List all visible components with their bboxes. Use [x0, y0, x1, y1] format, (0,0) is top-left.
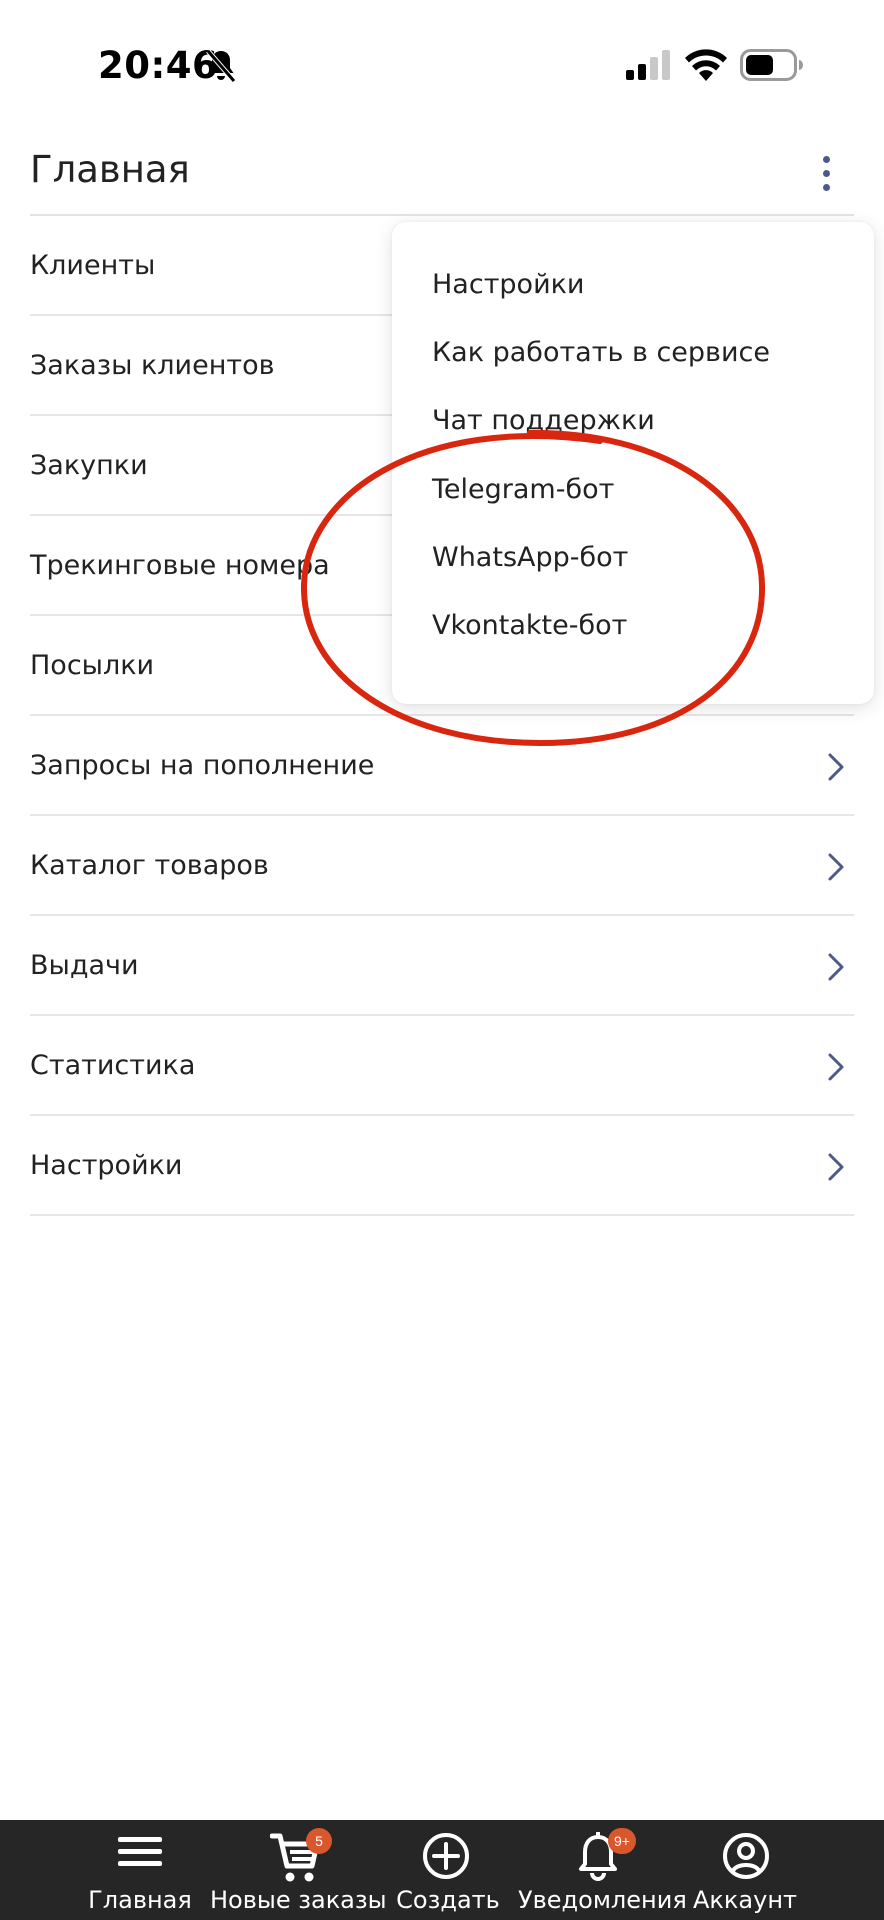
- menu-item-label: Клиенты: [30, 250, 156, 281]
- nav-label: Главная: [88, 1886, 192, 1914]
- chevron-right-icon: [828, 753, 844, 781]
- nav-label: Создать: [396, 1886, 500, 1914]
- chevron-right-icon: [828, 953, 844, 981]
- bell-slash-icon: [206, 49, 236, 83]
- menu-item-settings[interactable]: Настройки: [0, 1116, 884, 1216]
- cellular-signal-icon: [626, 50, 670, 80]
- dropdown-item-whatsapp-bot[interactable]: WhatsApp-бот: [432, 530, 862, 586]
- divider: [30, 1214, 854, 1216]
- menu-item-label: Посылки: [30, 650, 155, 681]
- nav-account[interactable]: Аккаунт: [690, 1820, 800, 1920]
- account-circle-icon: [723, 1833, 769, 1879]
- overflow-dropdown-menu: Настройки Как работать в сервисе Чат под…: [392, 222, 874, 704]
- page-title: Главная: [30, 148, 190, 191]
- nav-notifications[interactable]: 9+ Уведомления: [518, 1820, 687, 1920]
- chevron-right-icon: [828, 1053, 844, 1081]
- menu-item-label: Настройки: [30, 1150, 183, 1181]
- plus-circle-icon: [423, 1833, 469, 1879]
- new-orders-badge: 5: [306, 1828, 332, 1854]
- menu-item-label: Трекинговые номера: [30, 550, 330, 581]
- battery-icon: [740, 49, 803, 81]
- bottom-navigation: Главная 5 Новые заказы Создать 9+ Уведом…: [0, 1820, 884, 1920]
- menu-item-pickups[interactable]: Выдачи: [0, 916, 884, 1016]
- dropdown-item-settings[interactable]: Настройки: [432, 257, 862, 313]
- screen: 20:46 Главная Клиенты Заказы клиентов За…: [0, 0, 884, 1920]
- nav-label: Новые заказы: [210, 1886, 387, 1914]
- menu-item-label: Заказы клиентов: [30, 350, 275, 381]
- menu-item-label: Каталог товаров: [30, 850, 269, 881]
- menu-item-label: Статистика: [30, 1050, 196, 1081]
- chevron-right-icon: [828, 1153, 844, 1181]
- dropdown-item-vkontakte-bot[interactable]: Vkontakte-бот: [432, 598, 862, 654]
- status-bar: 20:46: [0, 0, 884, 130]
- wifi-icon: [685, 49, 727, 81]
- nav-new-orders[interactable]: 5 Новые заказы: [210, 1820, 387, 1920]
- nav-create[interactable]: Создать: [392, 1820, 504, 1920]
- dropdown-item-telegram-bot[interactable]: Telegram-бот: [432, 462, 862, 518]
- more-vertical-icon[interactable]: [806, 146, 846, 200]
- nav-label: Уведомления: [518, 1886, 687, 1914]
- menu-item-topup-requests[interactable]: Запросы на пополнение: [0, 716, 884, 816]
- dropdown-item-support-chat[interactable]: Чат поддержки: [432, 393, 862, 449]
- app-header: Главная: [0, 130, 884, 216]
- nav-home[interactable]: Главная: [84, 1820, 196, 1920]
- menu-item-label: Запросы на пополнение: [30, 750, 375, 781]
- notifications-badge: 9+: [608, 1828, 636, 1854]
- status-time: 20:46: [98, 44, 219, 87]
- dropdown-item-how-to-use[interactable]: Как работать в сервисе: [432, 325, 862, 381]
- menu-icon: [118, 1837, 162, 1866]
- nav-label: Аккаунт: [693, 1886, 797, 1914]
- menu-item-label: Закупки: [30, 450, 148, 481]
- menu-item-catalog[interactable]: Каталог товаров: [0, 816, 884, 916]
- chevron-right-icon: [828, 853, 844, 881]
- menu-item-statistics[interactable]: Статистика: [0, 1016, 884, 1116]
- menu-item-label: Выдачи: [30, 950, 139, 981]
